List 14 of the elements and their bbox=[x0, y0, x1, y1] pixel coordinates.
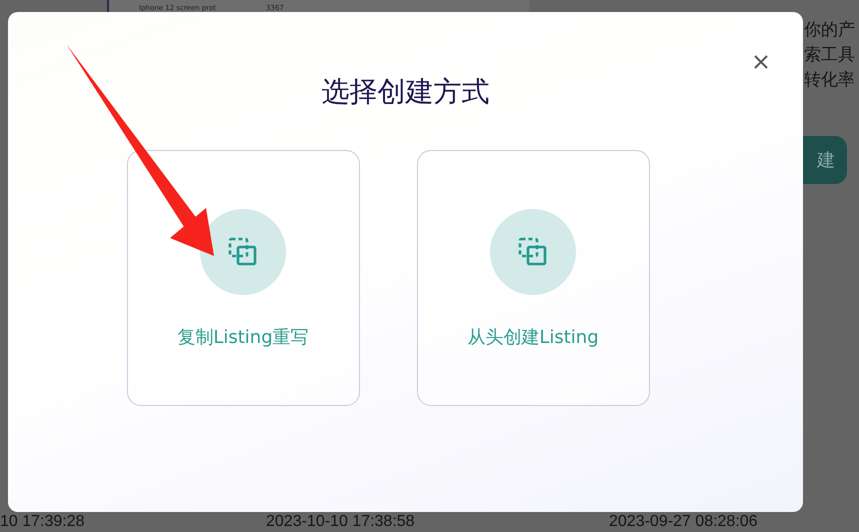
option-label: 复制Listing重写 bbox=[177, 326, 309, 349]
timestamp: 2023-09-27 08:28:06 bbox=[609, 513, 758, 531]
option-label: 从头创建Listing bbox=[467, 326, 599, 349]
description-text: 转化率 bbox=[804, 69, 855, 92]
option-card[interactable]: 从头创建Listing bbox=[416, 150, 650, 406]
close-icon[interactable] bbox=[753, 54, 769, 70]
timestamp: 2023-10-10 17:38:58 bbox=[266, 513, 415, 531]
dialog-title: 选择创建方式 bbox=[322, 74, 490, 110]
description-text: 你的产 bbox=[804, 19, 855, 42]
option-card[interactable]: 复制Listing重写 bbox=[126, 150, 360, 406]
copy-icon bbox=[517, 236, 549, 268]
timestamp: 10 17:39:28 bbox=[0, 513, 85, 531]
description-text: 索工具 bbox=[804, 44, 855, 67]
copy-icon bbox=[227, 236, 259, 268]
